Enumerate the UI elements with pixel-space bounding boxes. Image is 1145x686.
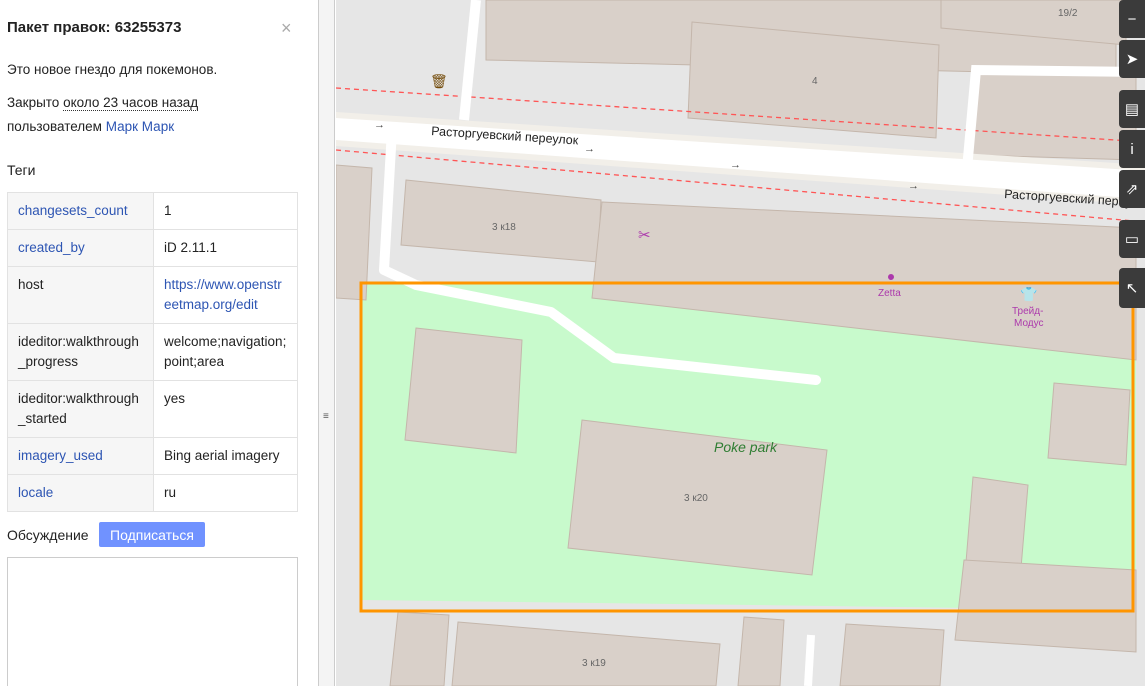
building: [389, 611, 450, 686]
hairdresser-icon[interactable]: ✂: [638, 227, 651, 244]
table-row: ideditor:walkthrough_started yes: [7, 380, 298, 438]
tags-heading: Теги: [7, 162, 36, 178]
layers-icon[interactable]: ▤: [1119, 90, 1145, 128]
table-row: imagery_used Bing aerial imagery: [7, 437, 298, 475]
waste-basket-icon: 🗑: [430, 73, 448, 89]
building: [336, 164, 373, 301]
geolocate-icon[interactable]: ➤: [1119, 40, 1145, 78]
tag-key: ideditor:walkthrough_started: [7, 380, 154, 438]
building: [404, 327, 523, 454]
closed-by: пользователем Марк Марк: [7, 119, 174, 134]
shop-point-icon[interactable]: [888, 274, 894, 280]
side-road: [459, 0, 481, 121]
building: [954, 559, 1137, 653]
building: [839, 623, 945, 686]
poi-label-trade: Модус: [1014, 318, 1044, 329]
tag-value: iD 2.11.1: [153, 229, 298, 267]
oneway-arrow-icon: →: [584, 143, 595, 155]
park-label: Poke park: [714, 439, 778, 455]
changeset-sidebar: Пакет правок: 63255373 × Это новое гнезд…: [0, 0, 319, 686]
tag-key: ideditor:walkthrough_progress: [7, 323, 154, 381]
poi-label-trade: Трейд-: [1012, 306, 1043, 317]
closed-info: Закрыто около 23 часов назад: [7, 95, 199, 111]
resize-grip-icon[interactable]: ≡: [323, 412, 329, 422]
building: [971, 69, 1137, 161]
subscribe-button[interactable]: Подписаться: [99, 522, 205, 547]
query-icon[interactable]: ↖: [1119, 268, 1145, 308]
building-number: 3 к20: [684, 493, 708, 504]
building-number: 4: [812, 76, 818, 87]
host-link[interactable]: https://www.openstreetmap.org/edit: [164, 277, 282, 312]
discussion-input[interactable]: [7, 557, 298, 686]
tag-value: welcome;navigation;point;area: [153, 323, 298, 381]
closed-prefix: Закрыто: [7, 95, 64, 110]
user-link[interactable]: Марк Марк: [106, 119, 174, 134]
clothes-shop-icon[interactable]: 👕: [1020, 286, 1037, 302]
map-canvas[interactable]: → → → → Расторгуевский переулок Расторгу…: [336, 0, 1145, 686]
changeset-title: Пакет правок: 63255373: [7, 19, 182, 36]
side-road: [804, 634, 815, 686]
building: [737, 616, 785, 686]
building-number: 3 к18: [492, 222, 516, 233]
building-number: 19/2: [1058, 8, 1078, 19]
tag-key-link[interactable]: created_by: [18, 240, 85, 255]
tag-key-link[interactable]: imagery_used: [18, 448, 103, 463]
tags-table: changesets_count 1 created_by iD 2.11.1 …: [7, 192, 298, 512]
notes-icon[interactable]: ▭: [1119, 220, 1145, 258]
building: [965, 476, 1029, 569]
tag-value: yes: [153, 380, 298, 438]
tag-key: host: [7, 266, 154, 324]
sidebar-resizer[interactable]: ≡: [319, 0, 335, 686]
table-row: changesets_count 1: [7, 192, 298, 230]
building: [451, 621, 721, 686]
table-row: locale ru: [7, 474, 298, 512]
oneway-arrow-icon: →: [730, 159, 741, 171]
close-icon[interactable]: ×: [281, 19, 292, 37]
building: [1047, 382, 1131, 466]
changeset-comment: Это новое гнездо для покемонов.: [7, 62, 218, 77]
tag-value: 1: [153, 192, 298, 230]
table-row: created_by iD 2.11.1: [7, 229, 298, 267]
map-svg: → → → → Расторгуевский переулок Расторгу…: [336, 0, 1145, 686]
table-row: host https://www.openstreetmap.org/edit: [7, 266, 298, 324]
closed-time: около 23 часов назад: [63, 95, 199, 111]
tag-value: Bing aerial imagery: [153, 437, 298, 475]
zoom-out-icon[interactable]: −: [1119, 0, 1145, 38]
tag-value: ru: [153, 474, 298, 512]
info-icon[interactable]: i: [1119, 130, 1145, 168]
poi-label-zetta: Zetta: [878, 288, 901, 299]
building-number: 3 к19: [582, 658, 606, 669]
oneway-arrow-icon: →: [908, 180, 919, 192]
oneway-arrow-icon: →: [374, 119, 385, 131]
tag-key-link[interactable]: changesets_count: [18, 203, 128, 218]
share-icon[interactable]: ⇗: [1119, 170, 1145, 208]
by-prefix: пользователем: [7, 119, 106, 134]
tag-key-link[interactable]: locale: [18, 485, 53, 500]
table-row: ideditor:walkthrough_progress welcome;na…: [7, 323, 298, 381]
building: [400, 179, 602, 263]
discussion-label: Обсуждение: [7, 527, 89, 543]
